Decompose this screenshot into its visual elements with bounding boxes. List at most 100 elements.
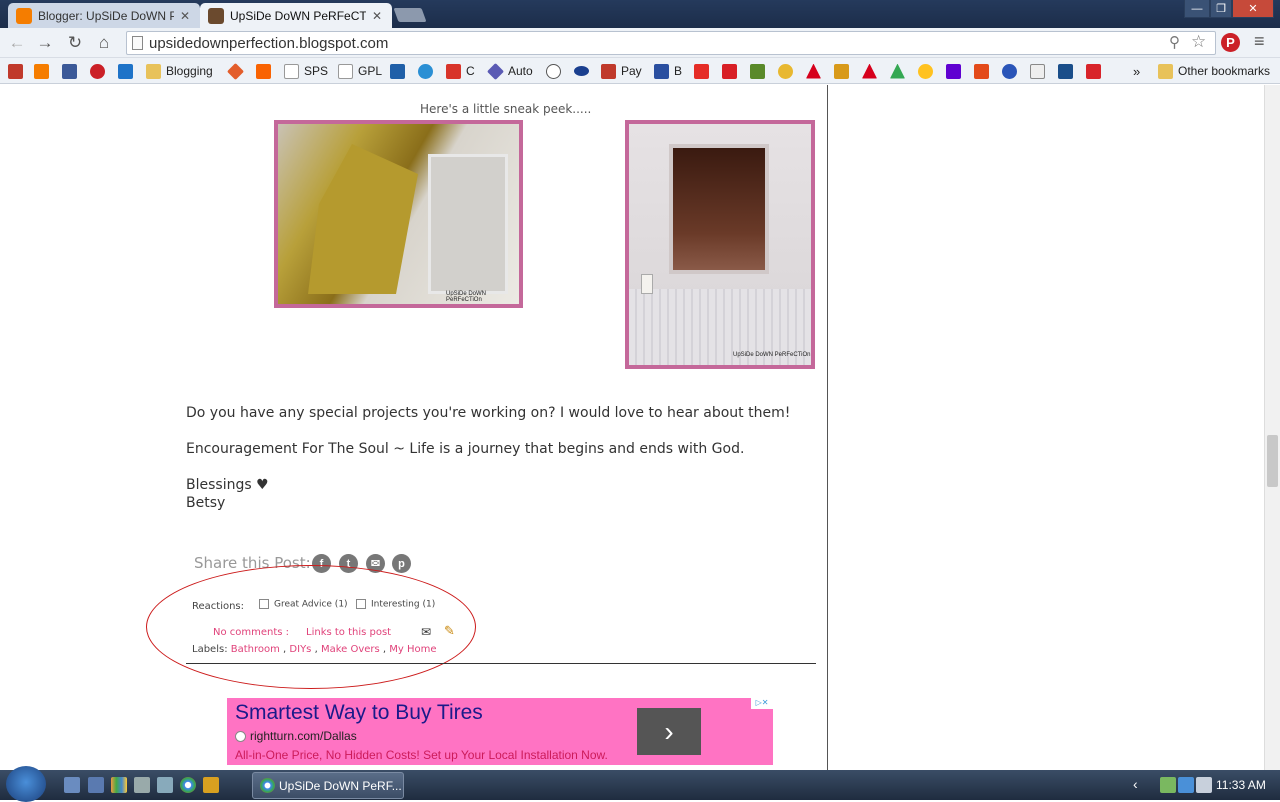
sneak-peek-caption: Here's a little sneak peek..... — [420, 102, 592, 116]
calculator-icon[interactable] — [134, 777, 150, 793]
taskbar-clock[interactable]: 11:33 AM — [1216, 778, 1266, 792]
taskbar-chrome-window[interactable]: UpSiDe DoWN PeRF... — [252, 772, 404, 799]
share-pinterest-icon[interactable]: p — [392, 554, 411, 573]
ad-arrow-button[interactable]: › — [637, 708, 701, 755]
search-icon[interactable]: ⚲ — [1169, 33, 1180, 51]
other-bookmarks[interactable]: Other bookmarks — [1158, 62, 1270, 80]
chrome-icon — [260, 778, 275, 793]
bookmark-blogger-icon[interactable] — [34, 62, 49, 80]
bookmark-folder-blogging[interactable]: Blogging — [146, 62, 213, 80]
bookmark-icon-doc[interactable] — [1030, 62, 1045, 80]
bookmark-icon-green[interactable] — [750, 62, 765, 80]
bookmark-walmart-icon[interactable] — [918, 62, 933, 80]
blogger-icon — [16, 7, 32, 24]
bookmark-icon-flower[interactable] — [778, 62, 793, 80]
bookmark-ford-icon[interactable] — [574, 62, 589, 80]
bank-icon — [446, 63, 461, 79]
tray-expand-icon[interactable]: ‹ — [1133, 776, 1138, 792]
bookmark-outlook-icon[interactable] — [118, 62, 133, 80]
folder-icon — [146, 63, 161, 79]
photo-peeling-wallpaper[interactable]: UpSiDe DoWN PeRFeCTiOn — [274, 120, 523, 308]
page-icon — [338, 63, 353, 79]
bookmarks-overflow-button[interactable]: » — [1133, 62, 1140, 80]
photo-watermark: UpSiDe DoWN PeRFeCTiOn — [446, 291, 487, 303]
photo-watermark: UpSiDe DoWN PeRFeCTiOn — [733, 352, 811, 358]
messenger-icon[interactable] — [157, 777, 173, 793]
close-window-button[interactable]: ✕ — [1232, 0, 1274, 18]
post-signoff: Blessings ♥ — [186, 477, 269, 493]
scrollbar-thumb[interactable] — [1267, 435, 1278, 487]
switch-windows-icon[interactable] — [88, 777, 104, 793]
bookmark-c[interactable]: C — [446, 62, 475, 80]
page-scrollbar[interactable] — [1264, 85, 1280, 770]
browser-toolbar: ← → ↻ ⌂ upsidedownperfection.blogspot.co… — [0, 28, 1280, 58]
ad-banner[interactable]: Smartest Way to Buy Tires rightturn.com/… — [227, 698, 773, 765]
tab-blogger[interactable]: Blogger: UpSiDe DoWN Pe ✕ — [8, 3, 200, 28]
folder-icon — [1158, 63, 1173, 79]
ad-description: All-in-One Price, No Hidden Costs! Set u… — [235, 748, 608, 762]
paint-icon[interactable] — [203, 777, 219, 793]
tray-network-icon[interactable] — [1160, 777, 1176, 793]
blog-favicon-icon — [208, 7, 224, 24]
new-tab-button[interactable] — [393, 8, 427, 22]
url-text: upsidedownperfection.blogspot.com — [149, 35, 389, 52]
bookmark-icon-red[interactable] — [8, 62, 23, 80]
ad-headline[interactable]: Smartest Way to Buy Tires — [235, 701, 483, 725]
ad-choices-icon[interactable]: ▷✕ — [751, 698, 773, 709]
address-bar[interactable]: upsidedownperfection.blogspot.com ⚲ ☆ — [126, 31, 1216, 55]
tab-upside-down-perfection[interactable]: UpSiDe DoWN PeRFeCTio ✕ — [200, 3, 392, 28]
chrome-icon[interactable] — [180, 777, 196, 793]
bookmark-pinterest-icon[interactable] — [90, 62, 105, 80]
back-arrow-icon[interactable]: ← — [6, 32, 28, 54]
bookmark-gpl[interactable]: GPL — [338, 62, 382, 80]
bookmark-youtube-icon[interactable] — [694, 62, 709, 80]
post-paragraph-projects: Do you have any special projects you're … — [186, 405, 791, 421]
home-icon[interactable]: ⌂ — [93, 32, 115, 54]
pay-icon — [601, 63, 616, 79]
photo-medicine-cabinet[interactable]: UpSiDe DoWN PeRFeCTiOn — [625, 120, 815, 369]
bookmark-sps[interactable]: SPS — [284, 62, 328, 80]
bookmark-homedepot-icon[interactable] — [256, 62, 271, 80]
bookmark-icon-globe[interactable] — [1002, 62, 1017, 80]
maximize-button[interactable]: ❐ — [1210, 0, 1232, 18]
pinterest-extension-icon[interactable]: P — [1221, 33, 1240, 52]
bookmark-icon-a[interactable] — [390, 62, 405, 80]
sidebar-divider — [827, 85, 828, 770]
post-divider — [186, 663, 816, 664]
menu-icon[interactable]: ≡ — [1254, 31, 1265, 52]
minimize-button[interactable]: — — [1184, 0, 1210, 18]
close-tab-icon[interactable]: ✕ — [180, 9, 190, 23]
ad-domain[interactable]: rightturn.com/Dallas — [235, 729, 357, 743]
bookmark-pay[interactable]: Pay — [601, 62, 642, 80]
bookmark-facebook-icon[interactable] — [62, 62, 77, 80]
post-signature: Betsy — [186, 495, 226, 511]
bookmark-icon-circle[interactable] — [546, 62, 561, 80]
post-paragraph-encouragement: Encouragement For The Soul ~ Life is a j… — [186, 441, 745, 457]
bookmark-icon-diamond[interactable] — [227, 62, 244, 80]
star-bookmark-icon[interactable]: ☆ — [1191, 32, 1206, 52]
bookmark-drive-icon[interactable] — [890, 62, 905, 80]
bookmark-icon-apple[interactable] — [1086, 62, 1101, 80]
close-tab-icon[interactable]: ✕ — [372, 9, 382, 23]
bookmark-icon-shield[interactable] — [722, 62, 737, 80]
bookmark-b[interactable]: B — [654, 62, 682, 80]
tray-monitor-icon[interactable] — [1178, 777, 1194, 793]
windows-taskbar: UpSiDe DoWN PeRF... ‹ 11:33 AM — [0, 766, 1280, 802]
show-desktop-icon[interactable] — [64, 777, 80, 793]
start-button-icon[interactable] — [6, 766, 46, 802]
bookmark-yahoo-icon[interactable] — [946, 62, 961, 80]
bookmark-webmd-icon[interactable] — [1058, 62, 1073, 80]
tab-title: UpSiDe DoWN PeRFeCTio — [230, 8, 366, 23]
bookmark-icon-fire[interactable] — [974, 62, 989, 80]
reload-icon[interactable]: ↻ — [64, 32, 86, 54]
blog-page: Here's a little sneak peek..... UpSiDe D… — [0, 85, 1264, 770]
media-icon[interactable] — [111, 777, 127, 793]
bookmark-auto[interactable]: Auto — [487, 62, 533, 80]
bookmark-adobe-icon[interactable] — [806, 62, 821, 80]
bookmark-adobe-icon-2[interactable] — [862, 62, 877, 80]
tray-volume-icon[interactable] — [1196, 777, 1212, 793]
page-icon — [132, 36, 143, 50]
bookmark-att-icon[interactable] — [418, 62, 433, 80]
forward-arrow-icon[interactable]: → — [34, 32, 56, 54]
bookmark-icon-tools[interactable] — [834, 62, 849, 80]
